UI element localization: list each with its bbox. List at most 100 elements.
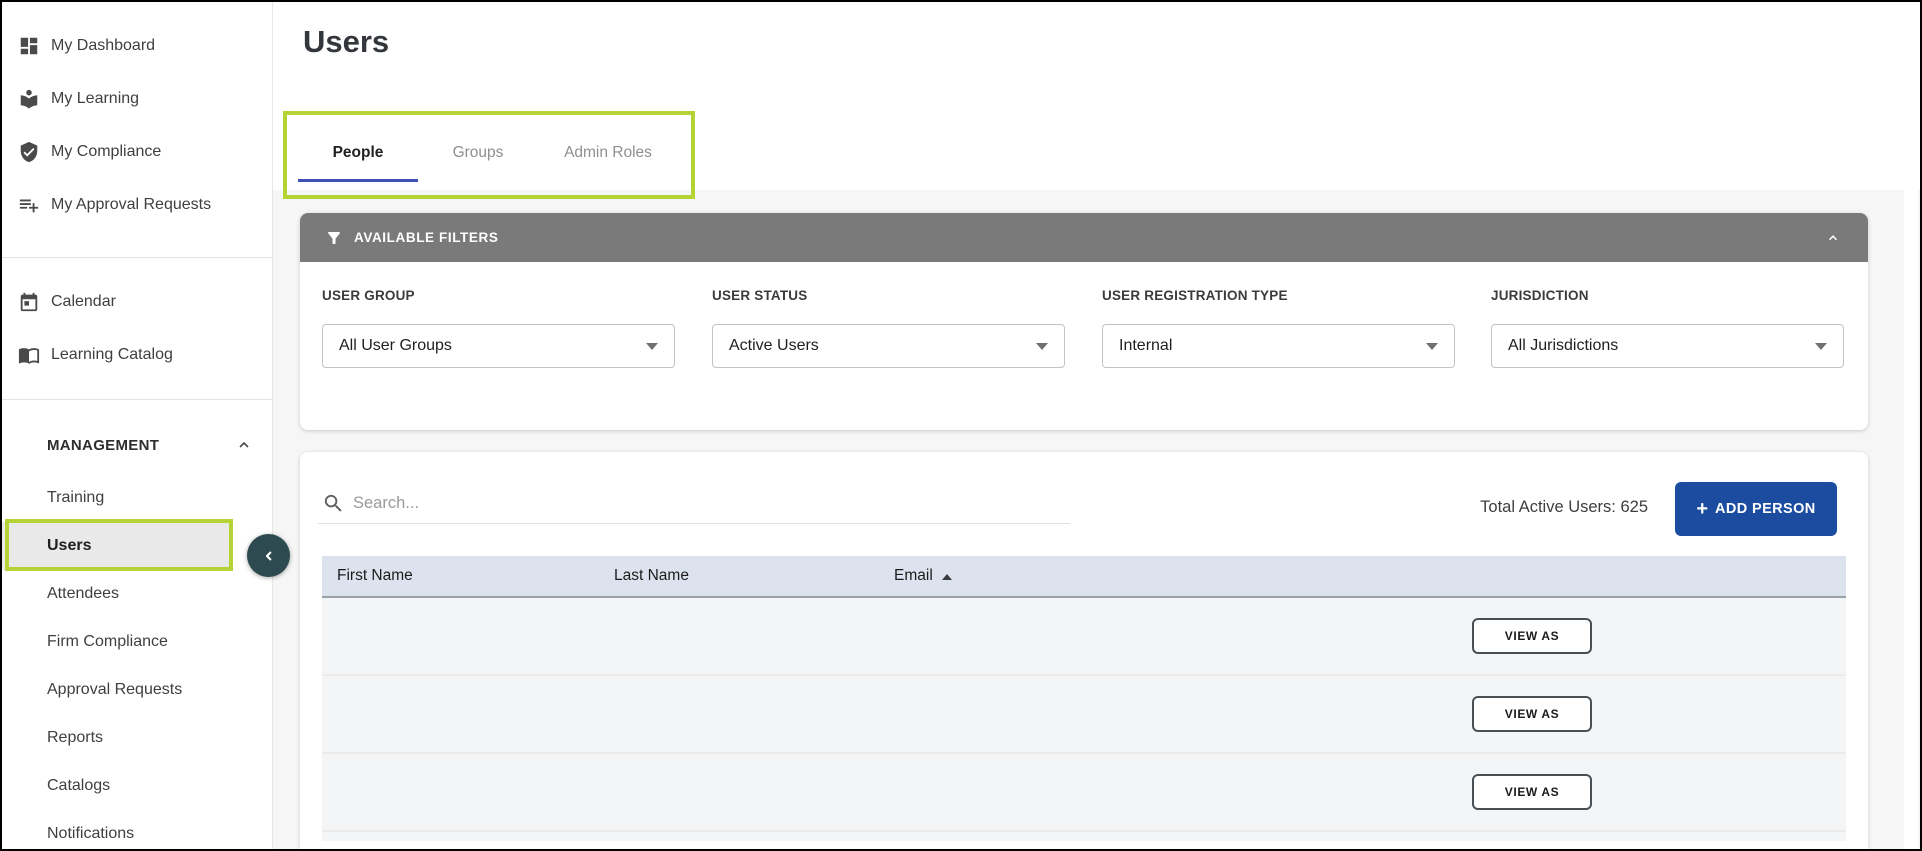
shield-check-icon [18,141,40,163]
management-section-label: MANAGEMENT [47,437,159,454]
sidebar-item-users[interactable]: Users [2,522,229,570]
sidebar-item-label: Approval Requests [47,681,182,699]
sidebar-item-label: Attendees [47,585,119,603]
select-value: Internal [1119,337,1172,355]
user-group-select[interactable]: All User Groups [322,324,675,368]
column-header-label: Email [894,567,933,585]
sidebar-item-catalogs[interactable]: Catalogs [2,762,272,810]
table-row: VIEW AS [322,598,1846,676]
sidebar-collapse-button[interactable] [247,534,290,577]
sidebar-item-label: My Compliance [51,143,161,161]
sidebar-item-learning-catalog[interactable]: Learning Catalog [2,328,272,381]
page-title: Users [303,24,389,60]
sidebar-item-reports[interactable]: Reports [2,714,272,762]
select-value: Active Users [729,337,819,355]
select-value: All Jurisdictions [1508,337,1618,355]
sidebar-item-label: Notifications [47,825,134,843]
view-as-button[interactable]: VIEW AS [1472,618,1592,654]
sidebar-item-calendar[interactable]: Calendar [2,275,272,328]
sidebar-item-label: Catalogs [47,777,110,795]
app-window: My Dashboard My Learning My Compliance M… [0,0,1922,851]
user-status-select[interactable]: Active Users [712,324,1065,368]
sort-ascending-icon [942,574,952,580]
sidebar-item-attendees[interactable]: Attendees [2,570,272,618]
tab-groups[interactable]: Groups [418,128,538,178]
search-underline [318,523,1070,524]
users-table-panel: Total Active Users: 625 + ADD PERSON Fir… [300,452,1868,849]
main-content: Users People Groups Admin Roles AVAILABL… [273,2,1920,849]
filter-jurisdiction: JURISDICTION All Jurisdictions [1491,288,1844,368]
sidebar-item-label: My Dashboard [51,37,155,55]
sidebar-item-label: Firm Compliance [47,633,168,651]
sidebar-item-my-approval-requests[interactable]: My Approval Requests [2,178,272,231]
filter-label: USER STATUS [712,288,1065,303]
sidebar-item-my-learning[interactable]: My Learning [2,72,272,125]
scroll-gutter [1904,190,1918,849]
caret-down-icon [1815,343,1827,350]
view-as-button[interactable]: VIEW AS [1472,696,1592,732]
tab-bar: People Groups Admin Roles [298,128,678,178]
column-header-first-name[interactable]: First Name [337,567,614,585]
sidebar-item-my-dashboard[interactable]: My Dashboard [2,19,272,72]
jurisdiction-select[interactable]: All Jurisdictions [1491,324,1844,368]
dashboard-icon [18,35,40,57]
add-person-label: ADD PERSON [1715,501,1816,517]
caret-down-icon [1426,343,1438,350]
column-header-last-name[interactable]: Last Name [614,567,894,585]
filters-bar-title: AVAILABLE FILTERS [354,230,498,245]
page-header: Users People Groups Admin Roles [273,2,1920,190]
sidebar-item-training[interactable]: Training [2,474,272,522]
select-value: All User Groups [339,337,452,355]
caret-down-icon [646,343,658,350]
add-person-button[interactable]: + ADD PERSON [1675,482,1837,536]
chevron-left-icon [261,548,277,564]
total-active-users-label: Total Active Users: 625 [1480,498,1648,517]
table-row [322,832,1846,841]
tab-admin-roles[interactable]: Admin Roles [538,128,678,178]
table-header-row: First Name Last Name Email [322,556,1846,598]
plus-icon: + [1696,499,1708,519]
caret-down-icon [1036,343,1048,350]
sidebar-item-label: Users [47,537,91,555]
filter-label: USER GROUP [322,288,675,303]
table-row: VIEW AS [322,754,1846,832]
filter-label: USER REGISTRATION TYPE [1102,288,1455,303]
sidebar-item-approval-requests[interactable]: Approval Requests [2,666,272,714]
filter-funnel-icon [325,229,343,247]
sidebar-top-group: My Dashboard My Learning My Compliance M… [2,2,272,231]
table-row: VIEW AS [322,676,1846,754]
search-input[interactable] [353,488,973,518]
sidebar-divider [2,399,272,400]
filters-panel: AVAILABLE FILTERS USER GROUP All User Gr… [300,213,1868,430]
sidebar-mid-group: Calendar Learning Catalog [2,258,272,381]
collapse-filters-chevron-up-icon[interactable] [1826,231,1840,245]
sidebar-item-label: Learning Catalog [51,346,173,364]
reader-icon [18,88,40,110]
search-icon [322,492,345,515]
sidebar-item-label: Reports [47,729,103,747]
user-registration-type-select[interactable]: Internal [1102,324,1455,368]
sidebar-item-label: Training [47,489,104,507]
sidebar-section-management[interactable]: MANAGEMENT [2,421,272,469]
sidebar: My Dashboard My Learning My Compliance M… [2,2,273,849]
sidebar-item-label: Calendar [51,293,116,311]
filter-user-status: USER STATUS Active Users [712,288,1065,368]
column-header-email[interactable]: Email [894,567,952,585]
filter-label: JURISDICTION [1491,288,1844,303]
table-body: VIEW AS VIEW AS VIEW AS [322,598,1846,841]
sidebar-item-firm-compliance[interactable]: Firm Compliance [2,618,272,666]
list-plus-icon [18,194,40,216]
sidebar-item-label: My Approval Requests [51,196,211,214]
sidebar-item-my-compliance[interactable]: My Compliance [2,125,272,178]
view-as-button[interactable]: VIEW AS [1472,774,1592,810]
active-tab-indicator [298,179,418,182]
filter-user-registration-type: USER REGISTRATION TYPE Internal [1102,288,1455,368]
sidebar-item-notifications[interactable]: Notifications [2,810,272,851]
chevron-up-icon [236,437,252,453]
tab-people[interactable]: People [298,128,418,178]
available-filters-bar[interactable]: AVAILABLE FILTERS [300,213,1868,262]
sidebar-item-label: My Learning [51,90,139,108]
management-list: Training Users Attendees Firm Compliance… [2,474,272,851]
open-book-icon [18,344,40,366]
calendar-icon [18,291,40,313]
